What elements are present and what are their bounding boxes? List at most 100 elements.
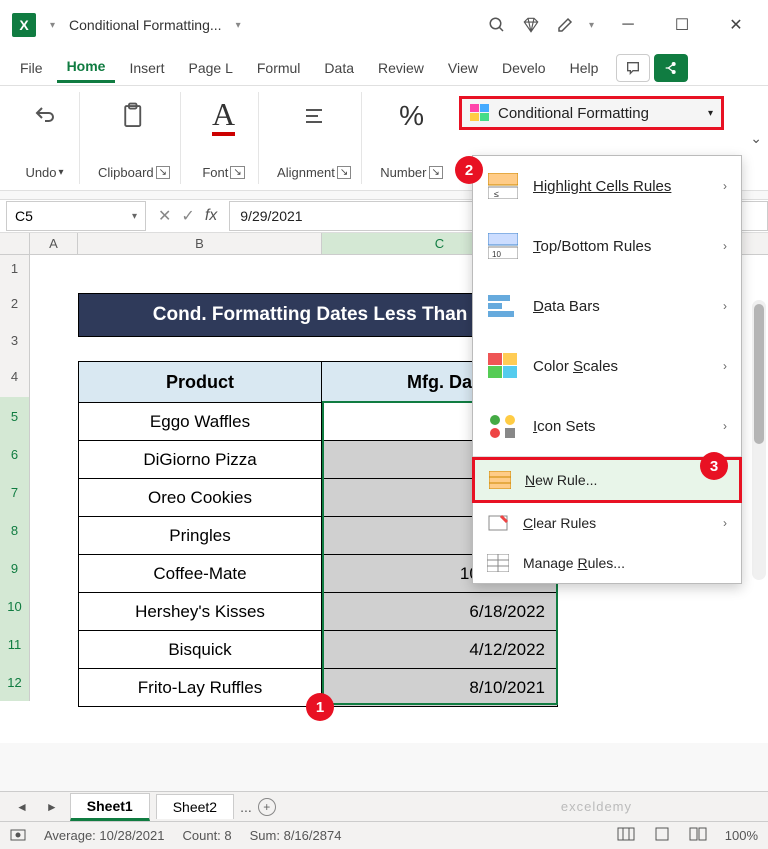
menu-clear-rules[interactable]: Clear Rules › xyxy=(473,503,741,543)
row-header[interactable]: 3 xyxy=(0,325,30,355)
chevron-down-icon[interactable]: ▾ xyxy=(132,211,137,222)
view-normal-icon[interactable] xyxy=(617,827,635,844)
search-icon[interactable] xyxy=(487,15,507,35)
header-product[interactable]: Product xyxy=(78,361,322,403)
data-bars-icon xyxy=(487,292,519,320)
status-average: Average: 10/28/2021 xyxy=(44,828,164,843)
col-header-a[interactable]: A xyxy=(30,233,78,254)
font-label: Font xyxy=(202,165,228,180)
alignment-icon[interactable] xyxy=(299,96,329,136)
row-header[interactable]: 11 xyxy=(0,625,30,663)
share-button[interactable] xyxy=(654,54,688,82)
cell-product[interactable]: Eggo Waffles xyxy=(78,403,322,441)
row-header[interactable]: 8 xyxy=(0,511,30,549)
menu-highlight-cells[interactable]: ≤ Highlight Cells Rules › xyxy=(473,156,741,216)
add-sheet-button[interactable]: + xyxy=(258,798,276,816)
scrollbar-thumb[interactable] xyxy=(754,304,764,444)
tab-home[interactable]: Home xyxy=(57,52,116,83)
tab-insert[interactable]: Insert xyxy=(119,54,174,82)
pen-chevron-icon[interactable]: ▾ xyxy=(589,20,594,31)
chevron-down-icon: ▾ xyxy=(708,108,713,119)
row-header[interactable]: 12 xyxy=(0,663,30,701)
row-header[interactable]: 2 xyxy=(0,281,30,325)
cond-fmt-label: Conditional Formatting xyxy=(498,105,649,122)
cell-product[interactable]: Hershey's Kisses xyxy=(78,593,322,631)
tab-page-layout[interactable]: Page L xyxy=(178,54,242,82)
tab-file[interactable]: File xyxy=(10,54,53,82)
formula-controls: ✕ ✓ fx xyxy=(146,206,229,226)
menu-icon-sets[interactable]: Icon Sets › xyxy=(473,396,741,456)
launcher-icon[interactable]: ↘ xyxy=(429,166,443,179)
minimize-button[interactable]: ─ xyxy=(608,5,648,45)
launcher-icon[interactable]: ↘ xyxy=(337,166,351,179)
vertical-scrollbar[interactable] xyxy=(752,300,766,580)
watermark: exceldemy xyxy=(561,799,632,814)
tab-review[interactable]: Review xyxy=(368,54,434,82)
font-icon[interactable]: A xyxy=(212,96,235,136)
sheet-more[interactable]: ... xyxy=(240,799,252,815)
menu-label: Icon Sets xyxy=(533,418,596,435)
callout-2: 2 xyxy=(455,156,483,184)
row-header[interactable]: 6 xyxy=(0,435,30,473)
cell-product[interactable]: Pringles xyxy=(78,517,322,555)
diamond-icon[interactable] xyxy=(521,15,541,35)
tab-view[interactable]: View xyxy=(438,54,488,82)
titlebar: X ▾ Conditional Formatting... ▾ ▾ ─ ☐ ✕ xyxy=(0,0,768,50)
ribbon-collapse-icon[interactable]: ⌄ xyxy=(750,130,762,147)
menu-label: Data Bars xyxy=(533,298,600,315)
row-header[interactable]: 9 xyxy=(0,549,30,587)
row-header[interactable]: 7 xyxy=(0,473,30,511)
cell-date[interactable]: 8/10/2021 xyxy=(322,669,558,707)
zoom-level[interactable]: 100% xyxy=(725,828,758,843)
tab-formulas[interactable]: Formul xyxy=(247,54,311,82)
cell-product[interactable]: Oreo Cookies xyxy=(78,479,322,517)
cell-product[interactable]: Coffee-Mate xyxy=(78,555,322,593)
tab-data[interactable]: Data xyxy=(314,54,364,82)
fx-icon[interactable]: fx xyxy=(205,207,217,225)
maximize-button[interactable]: ☐ xyxy=(662,5,702,45)
menu-data-bars[interactable]: Data Bars › xyxy=(473,276,741,336)
row-header[interactable]: 10 xyxy=(0,587,30,625)
menu-top-bottom[interactable]: 10 Top/Bottom Rules › xyxy=(473,216,741,276)
menu-color-scales[interactable]: Color Scales › xyxy=(473,336,741,396)
paste-icon[interactable] xyxy=(119,96,149,136)
title-dropdown-icon[interactable]: ▾ xyxy=(236,20,241,31)
chevron-right-icon: › xyxy=(723,516,727,530)
comments-button[interactable] xyxy=(616,54,650,82)
sheet-tab-1[interactable]: Sheet1 xyxy=(70,793,150,821)
pen-icon[interactable] xyxy=(555,15,575,35)
sheet-tab-2[interactable]: Sheet2 xyxy=(156,794,234,819)
qat-dropdown-icon[interactable]: ▾ xyxy=(50,20,55,31)
row-header[interactable]: 1 xyxy=(0,255,30,281)
cancel-icon[interactable]: ✕ xyxy=(158,206,171,226)
close-button[interactable]: ✕ xyxy=(716,5,756,45)
record-macro-icon[interactable] xyxy=(10,827,26,844)
chevron-down-icon[interactable]: ▾ xyxy=(59,167,64,178)
cell-product[interactable]: Frito-Lay Ruffles xyxy=(78,669,322,707)
view-page-layout-icon[interactable] xyxy=(653,827,671,844)
view-page-break-icon[interactable] xyxy=(689,827,707,844)
tab-developer[interactable]: Develo xyxy=(492,54,556,82)
menu-label: Highlight Cells Rules xyxy=(533,178,671,195)
cell-product[interactable]: DiGiorno Pizza xyxy=(78,441,322,479)
menu-manage-rules[interactable]: Manage Rules... xyxy=(473,543,741,583)
clear-rules-icon xyxy=(487,513,509,533)
cell-product[interactable]: Bisquick xyxy=(78,631,322,669)
conditional-formatting-button[interactable]: Conditional Formatting ▾ xyxy=(459,96,724,130)
cell-date[interactable]: 4/12/2022 xyxy=(322,631,558,669)
launcher-icon[interactable]: ↘ xyxy=(230,166,244,179)
name-box[interactable]: C5 ▾ xyxy=(6,201,146,231)
col-header-b[interactable]: B xyxy=(78,233,322,254)
cell-date[interactable]: 6/18/2022 xyxy=(322,593,558,631)
row-header[interactable]: 4 xyxy=(0,355,30,397)
launcher-icon[interactable]: ↘ xyxy=(156,166,170,179)
select-all-corner[interactable] xyxy=(0,233,30,254)
sheet-nav-prev[interactable]: ◄ xyxy=(10,800,34,814)
color-scales-icon xyxy=(487,352,519,380)
sheet-nav-next[interactable]: ► xyxy=(40,800,64,814)
tab-help[interactable]: Help xyxy=(560,54,609,82)
percent-icon[interactable]: % xyxy=(399,96,424,136)
enter-icon[interactable]: ✓ xyxy=(181,206,194,226)
row-header[interactable]: 5 xyxy=(0,397,30,435)
undo-icon[interactable] xyxy=(30,96,60,136)
